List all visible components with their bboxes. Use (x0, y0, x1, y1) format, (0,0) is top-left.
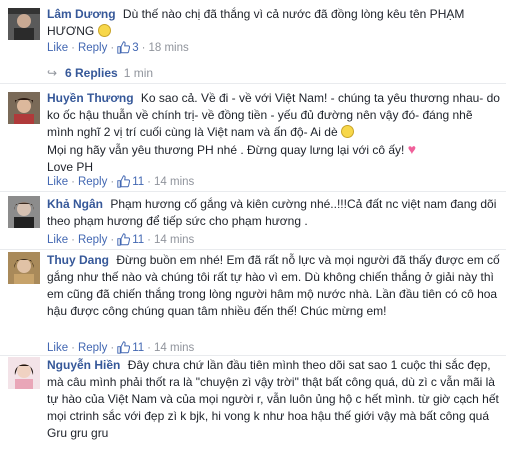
heart-emoji-icon: ♥ (407, 141, 417, 157)
reply-button[interactable]: Reply (78, 342, 107, 354)
comment-text: Đừng buồn em nhé! Em đã rất nỗ lực và mọ… (47, 253, 500, 318)
comment-time[interactable]: 18 mins (148, 42, 188, 54)
like-count[interactable]: 11 (132, 234, 144, 246)
thumbs-up-icon (117, 175, 131, 188)
comment-body: Thuy Dang Đừng buồn em nhé! Em đã rất nỗ… (47, 252, 500, 320)
like-button[interactable]: Like (47, 176, 68, 188)
comment-actions: Like · Reply · 11 · 14 mins (47, 233, 195, 246)
reply-arrow-icon: ↪ (47, 66, 58, 80)
replies-time: 1 min (123, 66, 154, 80)
avatar[interactable] (8, 196, 40, 228)
reply-button[interactable]: Reply (78, 234, 107, 246)
comment-text-line: Love PH (47, 160, 94, 174)
smile-emoji-icon (97, 24, 111, 37)
comment-body: Khả Ngân Phạm hương cố gắng và kiên cườn… (47, 196, 500, 230)
comment-text: Phạm hương cố gắng và kiên cường nhé..!!… (47, 197, 497, 228)
reply-button[interactable]: Reply (78, 42, 107, 54)
divider (0, 191, 506, 192)
avatar[interactable] (8, 252, 40, 284)
divider (0, 83, 506, 84)
comment-author[interactable]: Nguyễn Hiền (47, 358, 120, 372)
divider (0, 355, 506, 356)
like-count[interactable]: 11 (132, 342, 144, 354)
replies-count[interactable]: 6 Replies (65, 66, 118, 80)
comment-time[interactable]: 14 mins (154, 342, 194, 354)
crying-emoji-icon (340, 125, 354, 138)
comment-actions: Like · Reply · 11 · 14 mins (47, 175, 195, 188)
comment-text-line: Mọi ng hãy vẫn yêu thương PH nhé . Đừng … (47, 143, 405, 157)
comment-body: Huyền Thương Ko sao cả. Về đi - về với V… (47, 90, 500, 176)
comment-time[interactable]: 14 mins (154, 176, 194, 188)
like-count[interactable]: 11 (132, 176, 144, 188)
thumbs-up-icon (117, 341, 131, 354)
divider (0, 249, 506, 250)
thumbs-up-icon (117, 41, 131, 54)
comment-actions: Like · Reply · 3 · 18 mins (47, 41, 189, 54)
like-button[interactable]: Like (47, 342, 68, 354)
comment-actions: Like · Reply · 11 · 14 mins (47, 341, 195, 354)
comment-body: Lâm Dương Dù thế nào chị đã thắng vì cả … (47, 6, 500, 40)
comment-author[interactable]: Khả Ngân (47, 197, 103, 211)
reply-button[interactable]: Reply (78, 176, 107, 188)
avatar[interactable] (8, 92, 40, 124)
like-button[interactable]: Like (47, 234, 68, 246)
view-replies[interactable]: ↪ 6 Replies 1 min (47, 65, 153, 81)
comment-body: Nguyễn Hiền Đây chưa chứ lần đầu tiên mì… (47, 357, 500, 442)
avatar[interactable] (8, 8, 40, 40)
comment-author[interactable]: Lâm Dương (47, 7, 116, 21)
like-button[interactable]: Like (47, 42, 68, 54)
thumbs-up-icon (117, 233, 131, 246)
like-count[interactable]: 3 (132, 42, 138, 54)
comment-time[interactable]: 14 mins (154, 234, 194, 246)
comment-author[interactable]: Thuy Dang (47, 253, 109, 267)
comment-author[interactable]: Huyền Thương (47, 91, 134, 105)
avatar[interactable] (8, 357, 40, 389)
